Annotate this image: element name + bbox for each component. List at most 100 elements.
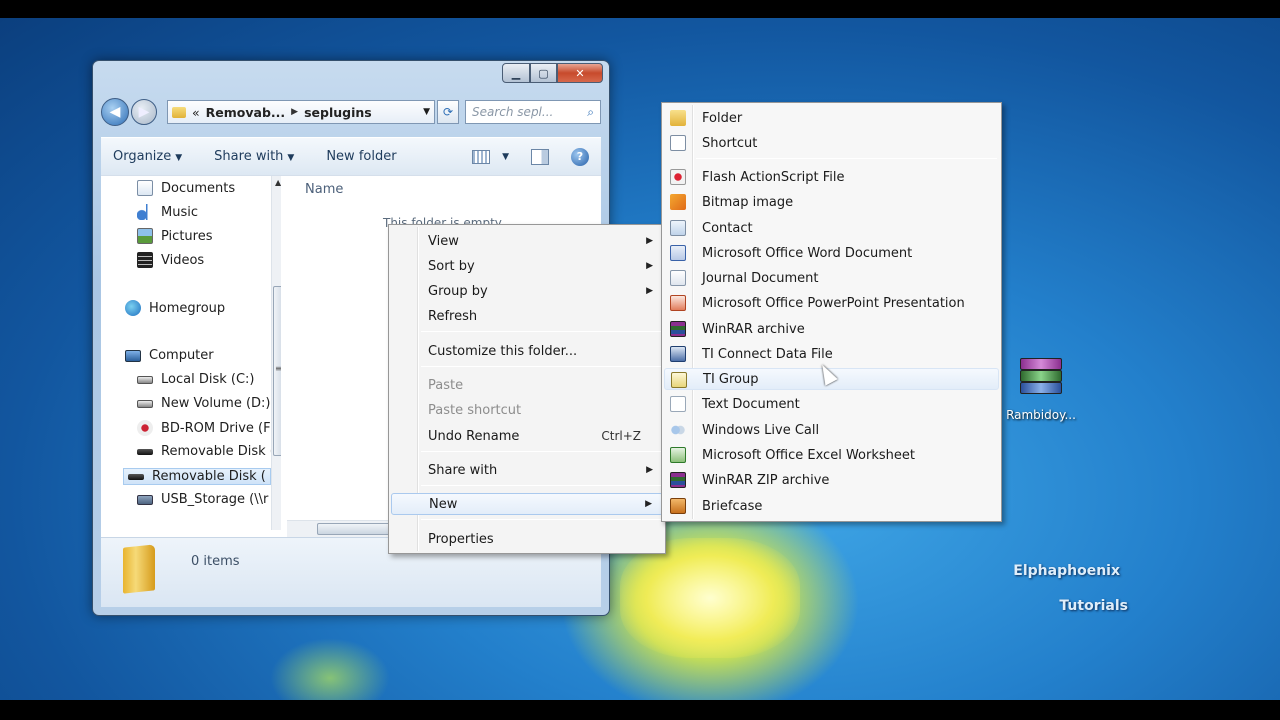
desktop-icon-rar[interactable]: Rambidoy... [996, 356, 1086, 422]
nav-item-homegroup[interactable]: Homegroup [125, 300, 225, 316]
menu-separator [421, 366, 661, 367]
new-item-briefcase[interactable]: Briefcase [664, 495, 999, 517]
shortcut-icon [670, 135, 686, 151]
menu-separator [421, 451, 661, 452]
menu-item-properties[interactable]: Properties [391, 528, 663, 550]
new-item-contact[interactable]: Contact [664, 217, 999, 239]
scroll-up-icon[interactable]: ▲ [275, 178, 281, 187]
preview-pane-icon[interactable] [531, 148, 549, 165]
nav-item-local-disk[interactable]: Local Disk (C:) [137, 372, 254, 387]
submenu-arrow-icon: ▶ [646, 236, 653, 246]
submenu-arrow-icon: ▶ [646, 286, 653, 296]
nav-item-videos[interactable]: Videos [137, 252, 204, 268]
shortcut-label: Ctrl+Z [601, 429, 641, 443]
nav-scrollbar[interactable]: ▲ ≡ [271, 176, 281, 530]
new-item-winrar-zip[interactable]: WinRAR ZIP archive [664, 469, 999, 491]
windows-live-call-icon [670, 422, 686, 438]
bd-rom-icon [137, 420, 153, 436]
nav-item-removable-disk-2[interactable]: Removable Disk ( [123, 468, 271, 485]
nav-item-music[interactable]: Music [137, 204, 198, 220]
address-dropdown-icon[interactable]: ▼ [423, 107, 430, 117]
contact-icon [670, 220, 686, 236]
maximize-button[interactable]: ▢ [530, 63, 557, 83]
new-item-folder[interactable]: Folder [664, 107, 999, 129]
scroll-grip-icon: ≡ [275, 364, 281, 373]
drive-icon [137, 399, 153, 408]
nav-item-documents[interactable]: Documents [137, 180, 235, 196]
new-item-excel-worksheet[interactable]: Microsoft Office Excel Worksheet [664, 444, 999, 466]
bitmap-icon [670, 194, 686, 210]
navigation-pane: Documents Music Pictures Videos Homegrou… [101, 176, 281, 538]
drive-icon [137, 375, 153, 384]
breadcrumb-removable[interactable]: Removab... [206, 105, 286, 120]
removable-drive-icon [128, 473, 144, 480]
text-document-icon [670, 396, 686, 412]
menu-item-share-with[interactable]: Share with ▶ [391, 459, 663, 481]
command-bar: Organize ▼ Share with ▼ New folder ▼ ? [101, 137, 601, 175]
watermark-line2: Tutorials [1059, 598, 1128, 614]
close-button[interactable]: ✕ [557, 63, 603, 83]
menu-item-sort-by[interactable]: Sort by ▶ [391, 255, 663, 277]
menu-separator [421, 485, 661, 486]
nav-item-removable-disk-1[interactable]: Removable Disk ( [137, 444, 275, 459]
organize-button[interactable]: Organize ▼ [113, 149, 182, 164]
refresh-button[interactable]: ⟳ [437, 100, 459, 124]
search-input[interactable]: Search sepl... ⌕ [465, 100, 601, 124]
nav-item-usb-storage[interactable]: USB_Storage (\\r [137, 492, 268, 507]
wallpaper-glow-left [270, 638, 390, 700]
menu-separator [421, 331, 661, 332]
menu-separator [421, 519, 661, 520]
change-view-button[interactable]: ▼ [472, 149, 509, 164]
folder-icon [172, 106, 186, 118]
breadcrumb-overflow[interactable]: « [192, 105, 200, 120]
flash-file-icon [670, 169, 686, 185]
nav-item-computer[interactable]: Computer [125, 348, 214, 363]
caption-buttons: ▁ ▢ ✕ [502, 63, 603, 83]
address-bar[interactable]: « Removab... ▶ seplugins ▼ [167, 100, 435, 124]
share-with-button[interactable]: Share with ▼ [214, 149, 294, 164]
network-drive-icon [137, 494, 153, 505]
new-item-shortcut[interactable]: Shortcut [664, 132, 999, 154]
new-item-journal-document[interactable]: Journal Document [664, 267, 999, 289]
ti-group-icon [671, 372, 687, 388]
submenu-arrow-icon: ▶ [646, 261, 653, 271]
context-menu: View ▶ Sort by ▶ Group by ▶ Refresh Customi… [388, 224, 666, 554]
computer-icon [125, 349, 141, 362]
wallpaper-glow-center [620, 538, 800, 658]
nav-item-bd-rom[interactable]: BD-ROM Drive (F [137, 420, 271, 436]
menu-item-group-by[interactable]: Group by ▶ [391, 280, 663, 302]
navigation-bar: ◀ ▶ « Removab... ▶ seplugins ▼ ⟳ Search … [101, 97, 601, 127]
new-item-text-document[interactable]: Text Document [664, 393, 999, 415]
menu-separator [696, 158, 997, 159]
new-item-bitmap[interactable]: Bitmap image [664, 191, 999, 213]
new-item-powerpoint[interactable]: Microsoft Office PowerPoint Presentation [664, 292, 999, 314]
search-placeholder: Search sepl... [472, 105, 554, 119]
new-item-word-document[interactable]: Microsoft Office Word Document [664, 242, 999, 264]
nav-item-pictures[interactable]: Pictures [137, 228, 212, 244]
minimize-button[interactable]: ▁ [502, 63, 530, 83]
help-icon[interactable]: ? [571, 147, 589, 166]
breadcrumb-seplugins[interactable]: seplugins [304, 105, 372, 120]
new-item-winrar-archive[interactable]: WinRAR archive [664, 318, 999, 340]
forward-button[interactable]: ▶ [131, 99, 157, 125]
folder-large-icon [123, 544, 155, 594]
menu-item-view[interactable]: View ▶ [391, 230, 663, 252]
removable-drive-icon [137, 448, 153, 455]
breadcrumb-arrow-icon[interactable]: ▶ [291, 107, 298, 117]
menu-item-new[interactable]: New ▶ [391, 493, 663, 515]
menu-item-refresh[interactable]: Refresh [391, 305, 663, 327]
search-icon[interactable]: ⌕ [587, 105, 594, 120]
winrar-zip-icon [670, 472, 686, 488]
back-button[interactable]: ◀ [101, 98, 129, 126]
nav-item-new-volume[interactable]: New Volume (D:) [137, 396, 271, 411]
new-item-flash-actionscript[interactable]: Flash ActionScript File [664, 166, 999, 188]
new-item-windows-live-call[interactable]: Windows Live Call [664, 419, 999, 441]
column-header-name[interactable]: Name [305, 182, 343, 197]
desktop-icon-label: Rambidoy... [1006, 408, 1076, 422]
ti-connect-icon [670, 346, 686, 362]
menu-item-undo-rename[interactable]: Undo Rename Ctrl+Z [391, 425, 663, 447]
new-item-ti-connect[interactable]: TI Connect Data File [664, 343, 999, 365]
menu-item-customize-folder[interactable]: Customize this folder... [391, 340, 663, 362]
new-folder-button[interactable]: New folder [326, 149, 396, 164]
menu-item-paste-shortcut: Paste shortcut [428, 402, 522, 418]
